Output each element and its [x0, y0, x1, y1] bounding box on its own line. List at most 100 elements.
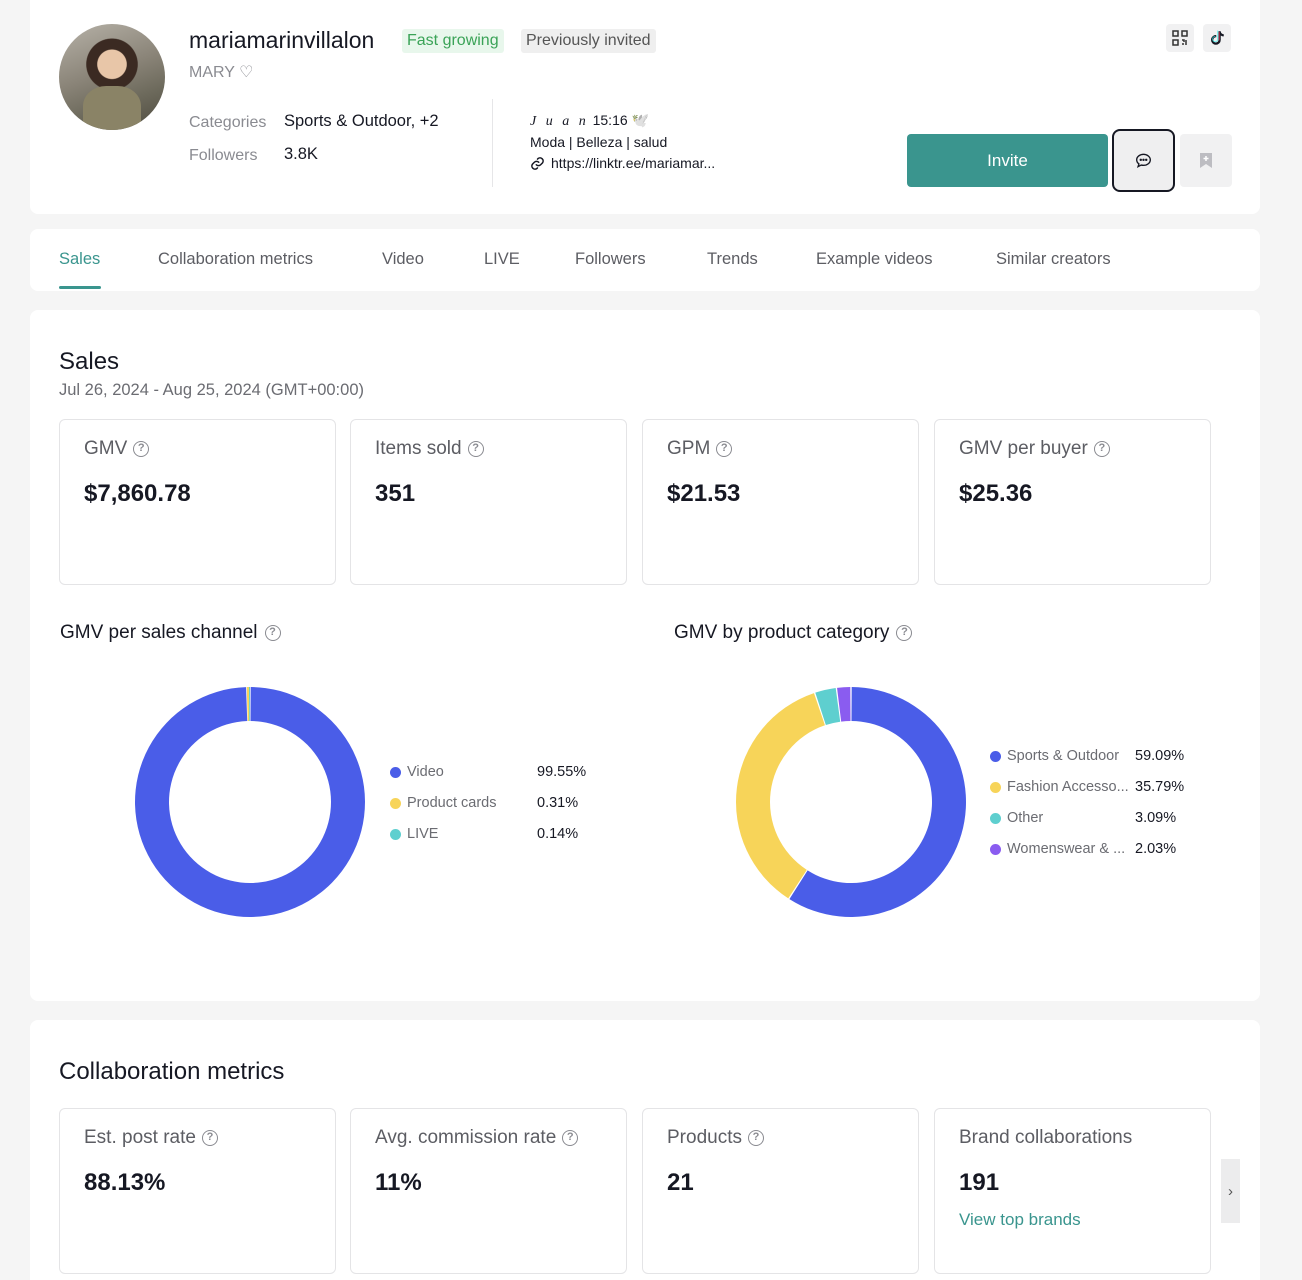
commission-rate-metric-card: Avg. commission rate? 11% — [350, 1108, 627, 1274]
profile-tabs: Sales Collaboration metrics Video LIVE F… — [30, 229, 1260, 291]
sales-title: Sales — [59, 348, 120, 375]
donut-slice-product-cards[interactable] — [246, 687, 250, 722]
channel-legend: Video 99.55% Product cards 0.31% LIVE 0.14% — [390, 762, 590, 852]
qr-code-icon — [1172, 30, 1188, 46]
gmv-value: $7,860.78 — [84, 480, 191, 507]
tiktok-profile-button[interactable] — [1203, 24, 1231, 52]
post-rate-value: 88.13% — [84, 1169, 166, 1196]
donut-slice-video[interactable] — [134, 687, 365, 917]
gpm-label: GPM — [667, 438, 711, 459]
legend-item: Product cards 0.31% — [390, 793, 590, 813]
gmv-label: GMV — [84, 438, 128, 459]
post-rate-label: Est. post rate — [84, 1127, 196, 1148]
link-icon — [531, 156, 544, 170]
legend-percentage: 0.31% — [537, 795, 579, 811]
creator-nickname: MARY ♡ — [189, 64, 254, 81]
legend-item: Video 99.55% — [390, 762, 590, 782]
items-sold-metric-card: Items sold? 351 — [350, 419, 627, 585]
legend-label: Fashion Accesso... — [1007, 779, 1129, 795]
fast-growing-badge: Fast growing — [402, 29, 504, 53]
collaboration-metrics-section: Collaboration metrics Est. post rate? 88… — [30, 1020, 1260, 1280]
legend-percentage: 59.09% — [1135, 748, 1185, 764]
items-sold-label-wrap: Items sold? — [375, 438, 484, 460]
followers-value: 3.8K — [284, 145, 318, 163]
gmv-per-buyer-label-wrap: GMV per buyer? — [959, 438, 1110, 460]
channel-donut-chart — [134, 687, 365, 917]
legend-item: Womenswear & ... 2.03% — [990, 839, 1210, 859]
help-icon[interactable]: ? — [201, 1130, 218, 1146]
legend-color-dot — [990, 812, 1001, 824]
categories-label: Categories — [189, 114, 267, 131]
category-chart-title: GMV by product category? — [674, 622, 913, 644]
chat-bubble-icon — [1135, 153, 1152, 168]
chevron-right-icon: › — [1228, 1182, 1233, 1200]
brand-collaborations-value: 191 — [959, 1169, 1000, 1196]
gpm-metric-card: GPM? $21.53 — [642, 419, 919, 585]
tab-similar-creators[interactable]: Similar creators — [996, 250, 1111, 269]
legend-color-dot — [390, 766, 401, 778]
tab-video[interactable]: Video — [382, 250, 424, 269]
legend-item: Fashion Accesso... 35.79% — [990, 777, 1210, 797]
sales-section: Sales Jul 26, 2024 - Aug 25, 2024 (GMT+0… — [30, 310, 1260, 1001]
products-value: 21 — [667, 1169, 694, 1196]
message-button[interactable] — [1112, 129, 1175, 192]
bio-link[interactable]: https://linktr.ee/mariamar... — [530, 155, 715, 171]
legend-item: Sports & Outdoor 59.09% — [990, 746, 1210, 766]
legend-color-dot — [990, 750, 1001, 762]
view-top-brands-link[interactable]: View top brands — [959, 1210, 1081, 1230]
bio-name: J u a n — [530, 114, 589, 129]
help-icon[interactable]: ? — [467, 441, 484, 457]
next-arrow-button[interactable]: › — [1221, 1159, 1240, 1223]
header-divider — [492, 99, 493, 187]
donut-slice-fashion-accesso[interactable] — [736, 693, 825, 899]
bio-line-1: J u a n 15:16 🕊️ — [530, 112, 649, 130]
legend-color-dot — [390, 797, 401, 809]
save-creator-button[interactable] — [1180, 134, 1232, 187]
items-sold-value: 351 — [375, 480, 416, 507]
tab-sales[interactable]: Sales — [59, 250, 100, 269]
tab-trends[interactable]: Trends — [707, 250, 758, 269]
legend-label: Womenswear & ... — [1007, 841, 1126, 857]
legend-color-dot — [390, 828, 401, 840]
followers-label: Followers — [189, 147, 258, 164]
brand-collaborations-label: Brand collaborations — [959, 1127, 1133, 1148]
products-metric-card: Products? 21 — [642, 1108, 919, 1274]
post-rate-label-wrap: Est. post rate? — [84, 1127, 218, 1149]
help-icon[interactable]: ? — [133, 441, 150, 457]
help-icon[interactable]: ? — [747, 1130, 764, 1146]
previously-invited-badge: Previously invited — [521, 29, 656, 53]
commission-rate-label-wrap: Avg. commission rate? — [375, 1127, 579, 1149]
category-chart-title-text: GMV by product category — [674, 622, 890, 643]
help-icon[interactable]: ? — [716, 441, 733, 457]
products-label: Products — [667, 1127, 742, 1148]
tab-example-videos[interactable]: Example videos — [816, 250, 932, 269]
creator-profile-card: mariamarinvillalon Fast growing Previous… — [30, 0, 1260, 214]
legend-percentage: 99.55% — [537, 764, 587, 780]
gmv-per-buyer-label: GMV per buyer — [959, 438, 1088, 459]
help-icon[interactable]: ? — [264, 625, 281, 641]
gpm-label-wrap: GPM? — [667, 438, 733, 460]
qr-code-button[interactable] — [1166, 24, 1194, 52]
gmv-metric-card: GMV? $7,860.78 — [59, 419, 336, 585]
legend-label: Product cards — [407, 795, 497, 811]
bookmark-icon — [1200, 153, 1212, 168]
help-icon[interactable]: ? — [1093, 441, 1110, 457]
tab-followers[interactable]: Followers — [575, 250, 646, 269]
channel-chart-title-text: GMV per sales channel — [60, 622, 258, 643]
legend-percentage: 2.03% — [1135, 841, 1177, 857]
legend-color-dot — [990, 843, 1001, 855]
active-tab-indicator — [59, 286, 101, 289]
help-icon[interactable]: ? — [562, 1130, 579, 1146]
tab-live[interactable]: LIVE — [484, 250, 520, 269]
invite-button[interactable]: Invite — [907, 134, 1108, 187]
legend-item: Other 3.09% — [990, 808, 1210, 828]
items-sold-label: Items sold — [375, 438, 462, 459]
commission-rate-label: Avg. commission rate — [375, 1127, 557, 1148]
gmv-per-buyer-metric-card: GMV per buyer? $25.36 — [934, 419, 1211, 585]
creator-avatar — [59, 24, 165, 130]
tab-collaboration-metrics[interactable]: Collaboration metrics — [158, 250, 313, 269]
help-icon[interactable]: ? — [896, 625, 913, 641]
legend-percentage: 3.09% — [1135, 810, 1177, 826]
category-legend: Sports & Outdoor 59.09% Fashion Accesso...… — [990, 746, 1210, 866]
legend-percentage: 0.14% — [537, 826, 579, 842]
